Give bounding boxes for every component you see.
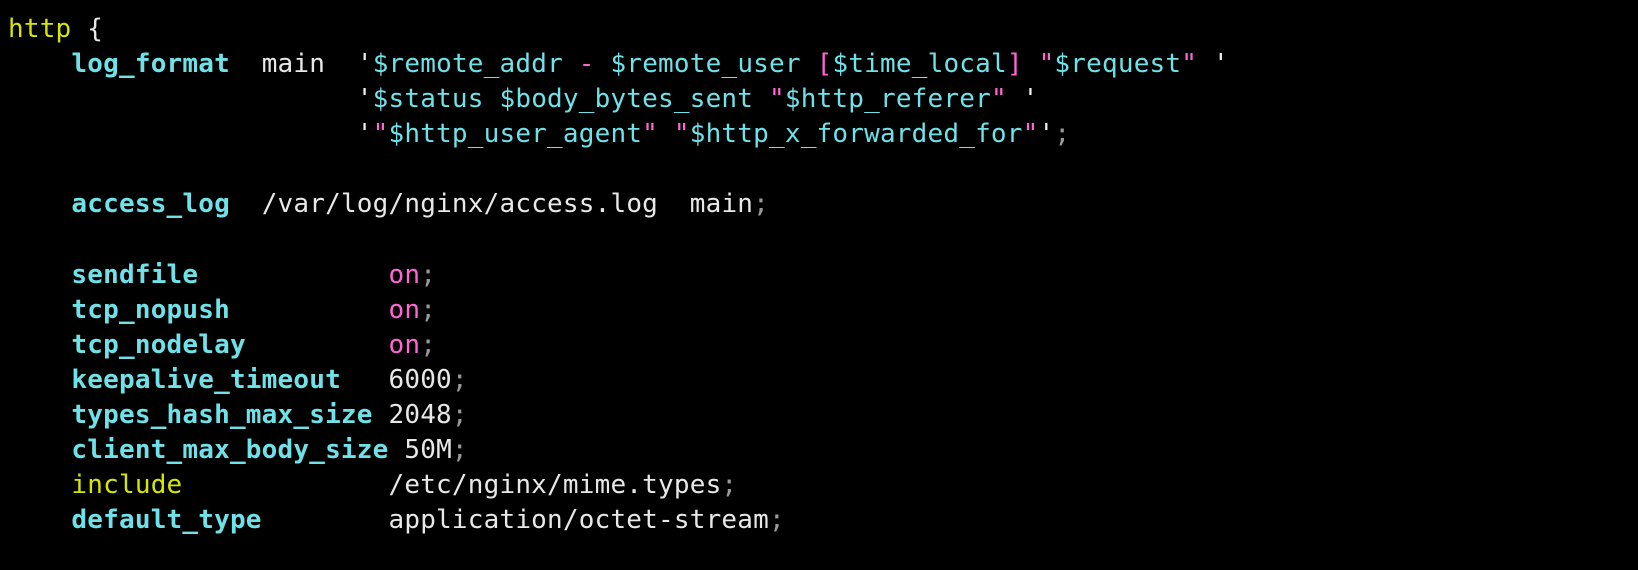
var-remote-addr: $remote_addr [373,49,563,79]
fmt-sep: " [1181,49,1213,79]
nginx-config-snippet: http { log_format main '$remote_addr - $… [0,0,1638,558]
fmt-sep: " [991,84,1023,114]
semicolon: ; [452,435,468,465]
dir-include: include [71,470,182,500]
val-types-hash-max-size: 2048 [389,400,452,430]
dir-sendfile: sendfile [71,260,198,290]
dir-log-format: log_format [71,49,230,79]
quote-close: ' [1213,49,1229,79]
open-brace: { [87,14,103,44]
semicolon: ; [1054,119,1070,149]
access-log-name: main [690,189,753,219]
val-tcp-nopush: on [389,295,421,325]
quote-close: ' [1039,119,1055,149]
semicolon: ; [721,470,737,500]
dir-access-log: access_log [71,189,230,219]
var-time-local: $time_local [832,49,1006,79]
val-sendfile: on [389,260,421,290]
log-format-name: main [262,49,325,79]
quote-open: ' [357,119,373,149]
dir-tcp-nodelay: tcp_nodelay [71,330,245,360]
quote-close: ' [1023,84,1039,114]
var-status: $status [373,84,484,114]
val-keepalive-timeout: 6000 [389,365,452,395]
var-remote-user: $remote_user [611,49,801,79]
var-request: $request [1054,49,1181,79]
semicolon: ; [769,505,785,535]
semicolon: ; [420,260,436,290]
quote-open: ' [357,49,373,79]
var-http-user-agent: $http_user_agent [389,119,643,149]
block-keyword: http [8,14,71,44]
dir-types-hash-max-size: types_hash_max_size [71,400,372,430]
semicolon: ; [452,365,468,395]
fmt-sep: [ [801,49,833,79]
access-log-path: /var/log/nginx/access.log [262,189,658,219]
val-include: /etc/nginx/mime.types [389,470,722,500]
semicolon: ; [420,330,436,360]
dir-client-max-body-size: client_max_body_size [71,435,388,465]
fmt-sep [484,84,500,114]
quote-open: ' [357,84,373,114]
dir-keepalive-timeout: keepalive_timeout [71,365,341,395]
fmt-sep: - [563,49,611,79]
dir-tcp-nopush: tcp_nopush [71,295,230,325]
fmt-sep: " [753,84,785,114]
dir-default-type: default_type [71,505,261,535]
val-client-max-body-size: 50M [404,435,452,465]
var-body-bytes-sent: $body_bytes_sent [499,84,753,114]
fmt-sep: " " [642,119,690,149]
fmt-sep: " [373,119,389,149]
semicolon: ; [753,189,769,219]
semicolon: ; [420,295,436,325]
semicolon: ; [452,400,468,430]
val-default-type: application/octet-stream [389,505,769,535]
var-http-x-forwarded-for: $http_x_forwarded_for [690,119,1023,149]
val-tcp-nodelay: on [389,330,421,360]
fmt-sep: " [1023,119,1039,149]
var-http-referer: $http_referer [785,84,991,114]
fmt-sep: ] " [1007,49,1055,79]
